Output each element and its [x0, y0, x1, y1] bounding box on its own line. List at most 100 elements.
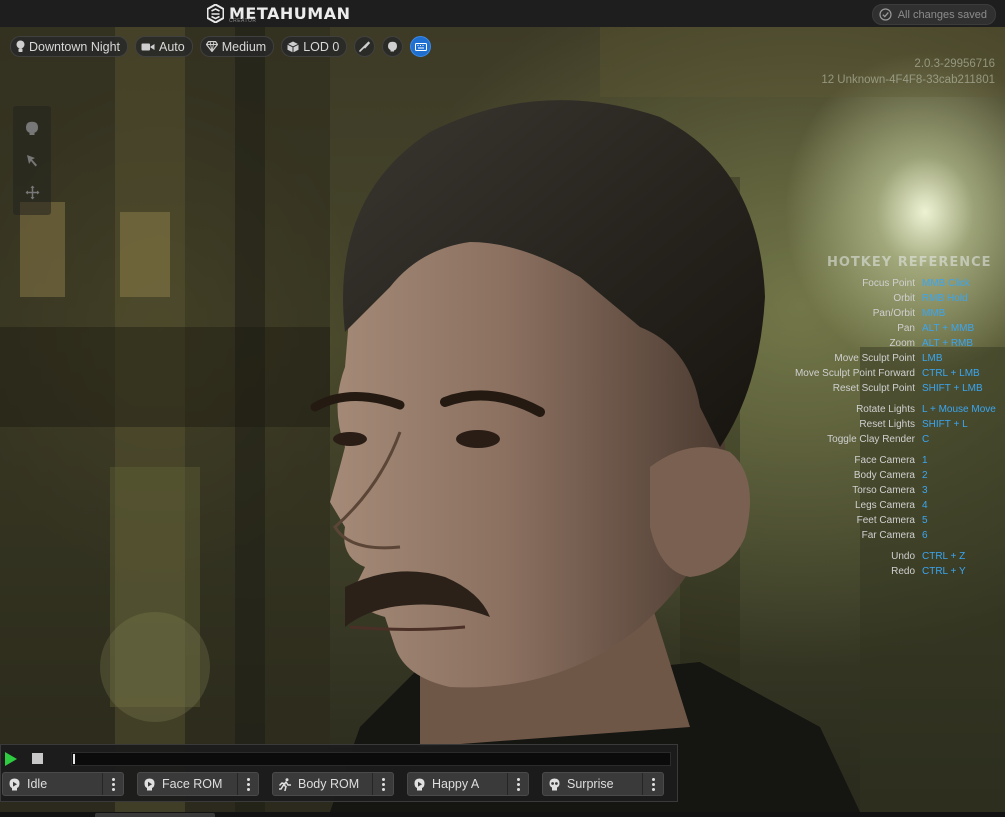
- animation-preset-face-rom[interactable]: Face ROM: [137, 772, 259, 796]
- animation-presets: Idle Face ROM Body ROM Happy A Surprise: [1, 772, 679, 798]
- cursor-drag-icon: [26, 154, 37, 167]
- more-options-button[interactable]: [237, 773, 258, 795]
- hotkey-shortcut: SHIFT + L: [922, 419, 968, 430]
- hotkey-action: Far Camera: [861, 530, 915, 541]
- lighting-preset-label: Downtown Night: [29, 39, 121, 54]
- render-quality-button[interactable]: Medium: [199, 36, 275, 57]
- version-info: 2.0.3-29956716 12 Unknown-4F4F8-33cab211…: [821, 56, 995, 88]
- hotkeys-toggle-button[interactable]: [410, 36, 432, 57]
- cube-icon: [287, 41, 299, 52]
- kebab-menu-icon: [651, 777, 655, 791]
- hotkey-row: Reset Lights SHIFT + L: [760, 417, 1005, 432]
- hotkey-shortcut: 2: [922, 470, 928, 481]
- viewport-toolbar: Downtown Night Auto Medium LOD 0: [10, 36, 432, 57]
- hotkey-shortcut: ALT + RMB: [922, 338, 974, 349]
- sculpt-tool-button[interactable]: [21, 117, 43, 139]
- hotkey-shortcut: CTRL + Z: [922, 551, 966, 562]
- hotkey-action: Feet Camera: [856, 515, 915, 526]
- hotkey-action: Legs Camera: [854, 500, 915, 511]
- animation-preset-happy-a[interactable]: Happy A: [407, 772, 529, 796]
- hotkey-row: Toggle Clay Render C: [760, 432, 1005, 447]
- hotkey-row: Pan/Orbit MMB: [760, 306, 1005, 321]
- animation-preset-label: Surprise: [567, 777, 614, 791]
- more-options-button[interactable]: [507, 773, 528, 795]
- animation-preset-button[interactable]: Face ROM: [138, 773, 237, 795]
- logo-subtitle: CREATOR: [229, 18, 257, 24]
- metahuman-logo: METAHUMAN CREATOR: [207, 3, 350, 24]
- hotkey-shortcut: 1: [922, 455, 928, 466]
- hotkey-shortcut: 3: [922, 485, 928, 496]
- hotkey-reference-title: HOTKEY REFERENCE: [827, 255, 992, 270]
- play-icon[interactable]: [4, 752, 18, 766]
- face-icon: [144, 778, 155, 791]
- hotkey-row: Reset Sculpt Point SHIFT + LMB: [760, 381, 1005, 396]
- hotkey-shortcut: CTRL + Y: [922, 566, 966, 577]
- hotkey-action: Pan/Orbit: [872, 308, 915, 319]
- hotkey-shortcut: SHIFT + LMB: [922, 383, 983, 394]
- animation-timeline[interactable]: [71, 752, 671, 766]
- animation-player: Idle Face ROM Body ROM Happy A Surprise: [0, 744, 678, 802]
- kebab-menu-icon: [381, 777, 385, 791]
- animation-preset-body-rom[interactable]: Body ROM: [272, 772, 394, 796]
- hotkey-row: Focus Point MMB Click: [760, 276, 1005, 291]
- animation-preset-surprise[interactable]: Surprise: [542, 772, 664, 796]
- head-sculpt-icon: [26, 121, 38, 135]
- pan-tool-button[interactable]: [21, 182, 43, 204]
- hotkey-row: Rotate Lights L + Mouse Move: [760, 402, 1005, 417]
- hotkey-row: Redo CTRL + Y: [760, 564, 1005, 579]
- hotkey-row: Face Camera 1: [760, 453, 1005, 468]
- bottom-tab[interactable]: [95, 813, 215, 817]
- camera-mode-button[interactable]: Auto: [135, 36, 193, 57]
- more-options-button[interactable]: [102, 773, 123, 795]
- camera-mode-label: Auto: [159, 39, 185, 54]
- animation-preset-button[interactable]: Idle: [3, 773, 102, 795]
- animation-preset-button[interactable]: Happy A: [408, 773, 507, 795]
- save-status-badge: All changes saved: [871, 4, 996, 25]
- move-tool-button[interactable]: [21, 149, 43, 171]
- hotkey-shortcut: 5: [922, 515, 928, 526]
- hotkey-action: Toggle Clay Render: [827, 434, 915, 445]
- animation-preset-label: Body ROM: [298, 777, 360, 791]
- hotkey-action: Rotate Lights: [856, 404, 915, 415]
- move-arrows-icon: [25, 185, 39, 200]
- hotkey-row: Feet Camera 5: [760, 513, 1005, 528]
- lod-button[interactable]: LOD 0: [281, 36, 348, 57]
- check-circle-icon: [879, 8, 892, 21]
- hotkey-shortcut: L + Mouse Move: [922, 404, 996, 415]
- hotkey-row: Far Camera 6: [760, 528, 1005, 543]
- head-view-button[interactable]: [382, 36, 404, 57]
- hotkey-row: Body Camera 2: [760, 468, 1005, 483]
- keyboard-icon: [414, 42, 427, 51]
- more-options-button[interactable]: [372, 773, 393, 795]
- hotkey-shortcut: C: [922, 434, 930, 445]
- more-options-button[interactable]: [642, 773, 663, 795]
- hotkey-action: Undo: [891, 551, 915, 562]
- stop-button[interactable]: [32, 753, 43, 764]
- animation-preset-label: Idle: [27, 777, 48, 791]
- hotkey-row: Torso Camera 3: [760, 483, 1005, 498]
- hotkey-action: Redo: [891, 566, 915, 577]
- timeline-playhead[interactable]: [73, 754, 75, 764]
- animation-preset-idle[interactable]: Idle: [2, 772, 124, 796]
- animation-preset-label: Face ROM: [162, 777, 223, 791]
- hotkey-action: Reset Lights: [859, 419, 915, 430]
- hotkey-row: Legs Camera 4: [760, 498, 1005, 513]
- metahuman-logo-icon: [207, 3, 224, 23]
- animation-preset-button[interactable]: Body ROM: [273, 773, 372, 795]
- hotkey-action: Reset Sculpt Point: [832, 383, 915, 394]
- version-line-1: 2.0.3-29956716: [914, 58, 995, 70]
- hotkey-shortcut: MMB: [922, 308, 946, 319]
- hotkey-action: Move Sculpt Point Forward: [794, 368, 915, 379]
- hotkey-shortcut: 6: [922, 530, 928, 541]
- hotkey-action: Face Camera: [854, 455, 915, 466]
- face-icon: [414, 778, 425, 791]
- hotkey-row: Move Sculpt Point Forward CTRL + LMB: [760, 366, 1005, 381]
- hotkey-action: Pan: [897, 323, 915, 334]
- hotkey-shortcut: RMB Hold: [922, 293, 968, 304]
- lighting-preset-button[interactable]: Downtown Night: [10, 36, 129, 57]
- bottom-strip: [0, 812, 1005, 817]
- hotkey-shortcut: LMB: [922, 353, 943, 364]
- top-bar: METAHUMAN CREATOR All changes saved: [0, 0, 1005, 28]
- clay-render-button[interactable]: [354, 36, 376, 57]
- animation-preset-button[interactable]: Surprise: [543, 773, 642, 795]
